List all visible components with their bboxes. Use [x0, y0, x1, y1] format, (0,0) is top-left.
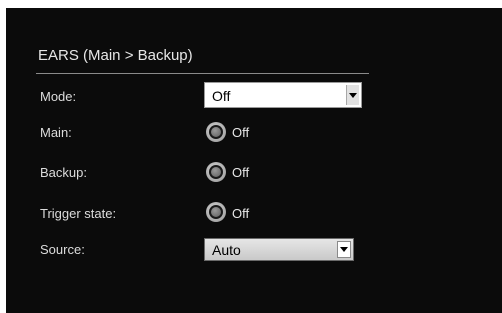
source-label: Source:	[40, 242, 85, 257]
backup-status-value: Off	[232, 165, 250, 180]
chevron-down-icon[interactable]	[346, 85, 359, 105]
main-status-indicator-icon	[206, 122, 226, 142]
mode-label: Mode:	[40, 89, 77, 104]
backup-label: Backup:	[40, 165, 87, 180]
source-dropdown-value: Auto	[212, 242, 241, 258]
panel-title: EARS (Main > Backup)	[38, 47, 193, 64]
main-label: Main:	[40, 125, 72, 140]
source-dropdown[interactable]: Auto	[204, 238, 354, 261]
trigger-state-indicator-icon	[206, 202, 226, 222]
main-status-value: Off	[232, 125, 250, 140]
title-divider	[36, 73, 369, 74]
mode-dropdown[interactable]: Off	[204, 82, 362, 108]
mode-dropdown-value: Off	[212, 88, 231, 104]
trigger-state-label: Trigger state:	[40, 206, 117, 221]
backup-status-indicator-icon	[206, 162, 226, 182]
trigger-state-value: Off	[232, 206, 250, 221]
chevron-down-icon[interactable]	[337, 241, 351, 258]
